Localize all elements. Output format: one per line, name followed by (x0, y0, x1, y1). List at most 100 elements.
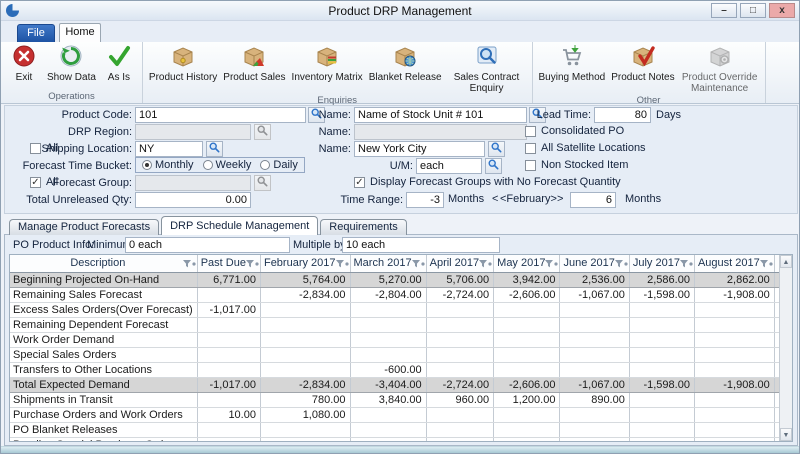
row-description-cell[interactable]: PO Blanket Releases (10, 422, 197, 437)
filter-icon[interactable] (336, 259, 349, 271)
grid-value-cell[interactable] (560, 332, 629, 347)
row-description-cell[interactable]: Pending Special Purchase Orders (10, 437, 197, 442)
grid-value-cell[interactable] (426, 422, 494, 437)
grid-value-cell[interactable]: 6,771.00 (197, 272, 260, 287)
row-description-cell[interactable]: Work Order Demand (10, 332, 197, 347)
row-description-cell[interactable]: Beginning Projected On-Hand (10, 272, 197, 287)
home-tab[interactable]: Home (59, 23, 101, 42)
row-description-cell[interactable]: Purchase Orders and Work Orders (10, 407, 197, 422)
grid-value-cell[interactable] (350, 317, 426, 332)
grid-value-cell[interactable] (197, 287, 260, 302)
column-header-march-2017[interactable]: March 2017 (350, 255, 426, 272)
grid-value-cell[interactable]: 1,200.00 (494, 392, 560, 407)
grid-value-cell[interactable]: -1,017.00 (197, 302, 260, 317)
grid-value-cell[interactable] (560, 302, 629, 317)
row-description-cell[interactable]: Special Sales Orders (10, 347, 197, 362)
grid-value-cell[interactable] (494, 347, 560, 362)
filter-icon[interactable] (615, 259, 628, 271)
column-header-february-2017[interactable]: February 2017 (260, 255, 350, 272)
grid-value-cell[interactable] (629, 302, 694, 317)
grid-value-cell[interactable] (197, 362, 260, 377)
tab-requirements[interactable]: Requirements (320, 219, 406, 235)
name1-field[interactable]: Name of Stock Unit # 101 (354, 107, 527, 123)
grid-value-cell[interactable] (350, 437, 426, 442)
consolidated-po-checkbox[interactable] (525, 126, 536, 137)
minimize-button[interactable]: – (711, 3, 737, 18)
grid-value-cell[interactable]: -1,908.00 (694, 377, 774, 392)
month-next-button[interactable]: > (557, 193, 563, 205)
close-button[interactable]: x (769, 3, 795, 18)
grid-value-cell[interactable]: 960.00 (426, 392, 494, 407)
minimum-field[interactable]: 0 each (125, 237, 290, 253)
grid-value-cell[interactable]: 3,942.00 (494, 272, 560, 287)
all-satellite-locations-checkbox[interactable] (525, 143, 536, 154)
filter-icon[interactable] (183, 259, 196, 271)
grid-value-cell[interactable]: 5,270.00 (350, 272, 426, 287)
grid-value-cell[interactable]: -600.00 (350, 362, 426, 377)
vertical-scrollbar[interactable]: ▲ ▼ (779, 255, 792, 441)
grid-value-cell[interactable]: -2,834.00 (260, 287, 350, 302)
maximize-button[interactable]: □ (740, 3, 766, 18)
grid-value-cell[interactable] (494, 437, 560, 442)
grid-value-cell[interactable] (260, 362, 350, 377)
grid-value-cell[interactable]: -1,067.00 (560, 377, 629, 392)
grid-value-cell[interactable] (197, 347, 260, 362)
grid-value-cell[interactable] (197, 437, 260, 442)
grid-value-cell[interactable] (629, 362, 694, 377)
column-header-april-2017[interactable]: April 2017 (426, 255, 494, 272)
grid-value-cell[interactable] (629, 407, 694, 422)
row-description-cell[interactable]: Shipments in Transit (10, 392, 197, 407)
daily-radio[interactable]: Daily (260, 159, 297, 171)
grid-value-cell[interactable] (694, 332, 774, 347)
grid-value-cell[interactable] (260, 437, 350, 442)
column-header-description[interactable]: Description (10, 255, 197, 272)
grid-value-cell[interactable]: 780.00 (260, 392, 350, 407)
grid-value-cell[interactable] (260, 422, 350, 437)
filter-icon[interactable] (680, 259, 693, 271)
grid-value-cell[interactable] (426, 302, 494, 317)
grid-value-cell[interactable] (629, 422, 694, 437)
row-description-cell[interactable]: Total Expected Demand (10, 377, 197, 392)
grid-value-cell[interactable]: -2,834.00 (260, 377, 350, 392)
grid-value-cell[interactable] (694, 347, 774, 362)
grid-value-cell[interactable]: -2,724.00 (426, 287, 494, 302)
grid-value-cell[interactable]: -1,598.00 (629, 287, 694, 302)
tab-drp-schedule-management[interactable]: DRP Schedule Management (161, 216, 318, 235)
grid-value-cell[interactable] (197, 332, 260, 347)
buying-method-button[interactable]: Buying Method (536, 43, 609, 84)
grid-value-cell[interactable] (694, 317, 774, 332)
row-description-cell[interactable]: Remaining Dependent Forecast (10, 317, 197, 332)
grid-value-cell[interactable] (694, 392, 774, 407)
grid-value-cell[interactable]: -3,404.00 (350, 377, 426, 392)
month-prev-button[interactable]: < (492, 193, 498, 205)
weekly-radio[interactable]: Weekly (203, 159, 252, 171)
show-data-button[interactable]: Show Data (44, 43, 99, 84)
row-description-cell[interactable]: Transfers to Other Locations (10, 362, 197, 377)
grid-value-cell[interactable]: 890.00 (560, 392, 629, 407)
grid-value-cell[interactable]: -2,606.00 (494, 377, 560, 392)
grid-value-cell[interactable]: -2,724.00 (426, 377, 494, 392)
grid-value-cell[interactable]: -1,067.00 (560, 287, 629, 302)
grid-value-cell[interactable] (629, 437, 694, 442)
filter-icon[interactable] (760, 259, 773, 271)
display-forecast-groups-checkbox[interactable] (354, 177, 365, 188)
grid-value-cell[interactable] (560, 362, 629, 377)
grid-value-cell[interactable]: -1,017.00 (197, 377, 260, 392)
grid-value-cell[interactable] (494, 407, 560, 422)
shipping-location-lookup-button[interactable] (206, 141, 223, 157)
non-stocked-item-checkbox[interactable] (525, 160, 536, 171)
grid-value-cell[interactable] (560, 347, 629, 362)
grid-value-cell[interactable]: 1,080.00 (260, 407, 350, 422)
scroll-down-arrow[interactable]: ▼ (780, 428, 792, 441)
grid-value-cell[interactable] (350, 332, 426, 347)
grid-value-cell[interactable] (426, 332, 494, 347)
grid-value-cell[interactable]: 10.00 (197, 407, 260, 422)
grid-value-cell[interactable]: -1,598.00 (629, 377, 694, 392)
grid-value-cell[interactable] (260, 347, 350, 362)
grid-value-cell[interactable] (350, 422, 426, 437)
name3-lookup-button[interactable] (488, 141, 505, 157)
grid-value-cell[interactable] (260, 332, 350, 347)
filter-icon[interactable] (479, 259, 492, 271)
grid-value-cell[interactable] (426, 317, 494, 332)
lead-time-field[interactable]: 80 (594, 107, 651, 123)
